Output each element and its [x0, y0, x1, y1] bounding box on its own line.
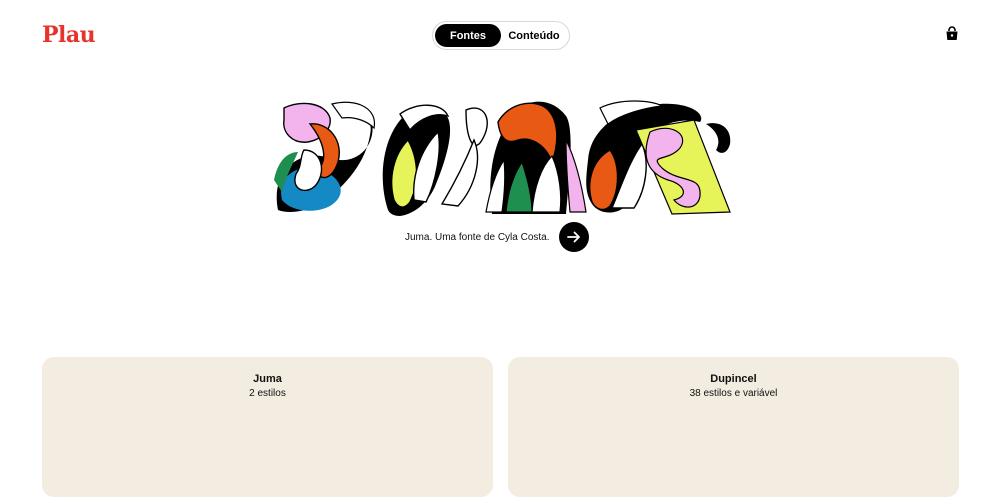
nav-toggle: Fontes Conteúdo — [432, 21, 570, 50]
hero-cta-button[interactable] — [558, 222, 589, 252]
tab-fontes[interactable]: Fontes — [435, 24, 501, 47]
arrow-right-icon — [566, 231, 580, 243]
hero-letter-j — [274, 101, 376, 212]
shopping-bag-icon[interactable] — [944, 26, 960, 42]
font-card-juma[interactable]: Juma 2 estilos — [42, 357, 493, 497]
font-card-dupincel[interactable]: Dupincel 38 estilos e variável — [508, 357, 959, 497]
font-card-subtitle: 38 estilos e variável — [689, 388, 778, 399]
hero-artwork[interactable] — [270, 100, 732, 218]
tab-conteudo[interactable]: Conteúdo — [501, 24, 567, 47]
plau-logo[interactable]: Plau — [42, 24, 96, 46]
font-card-subtitle: 2 estilos — [249, 388, 286, 399]
hero-letter-m — [485, 101, 587, 214]
hero-letter-u — [382, 104, 488, 216]
hero-caption-row: Juma. Uma fonte de Cyla Costa. — [405, 222, 589, 252]
hero-letter-a — [586, 100, 731, 215]
font-card-title: Dupincel — [710, 373, 757, 385]
font-card-title: Juma — [253, 373, 282, 385]
hero-caption: Juma. Uma fonte de Cyla Costa. — [405, 231, 550, 243]
